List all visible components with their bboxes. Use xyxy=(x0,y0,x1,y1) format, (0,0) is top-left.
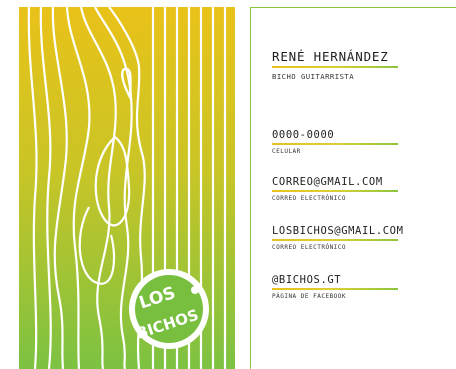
guitar-artwork: LOS BICHOS xyxy=(19,7,235,369)
card-front: LOS BICHOS xyxy=(19,7,235,369)
logo-dot xyxy=(191,286,199,294)
phone-label: CELULAR xyxy=(272,147,301,155)
band-email: LOSBICHOS@GMAIL.COM xyxy=(272,225,404,237)
facebook-underline xyxy=(272,287,398,290)
personal-email-label: CORREO ELECTRÓNICO xyxy=(272,194,347,202)
name-underline xyxy=(272,65,398,68)
facebook-block: @BICHOS.GT PÁGINA DE FACEBOOK xyxy=(272,275,452,300)
band-email-label: CORREO ELECTRÓNICO xyxy=(272,243,347,251)
band-email-block: LOSBICHOS@GMAIL.COM CORREO ELECTRÓNICO xyxy=(272,226,452,251)
phone-number: 0000-0000 xyxy=(272,129,335,141)
facebook-label: PÁGINA DE FACEBOOK xyxy=(272,292,347,300)
person-role: BICHO GUITARRISTA xyxy=(272,71,355,81)
person-name: RENÉ HERNÁNDEZ xyxy=(272,49,389,64)
los-bichos-logo: LOS BICHOS xyxy=(129,269,209,349)
phone-underline xyxy=(272,142,398,145)
band-email-underline xyxy=(272,238,398,241)
name-block: RENÉ HERNÁNDEZ BICHO GUITARRISTA xyxy=(272,49,452,81)
card-back: RENÉ HERNÁNDEZ BICHO GUITARRISTA 0000-00… xyxy=(250,7,456,369)
phone-block: 0000-0000 CELULAR xyxy=(272,130,452,155)
facebook-handle: @BICHOS.GT xyxy=(272,274,342,286)
personal-email-block: CORREO@GMAIL.COM CORREO ELECTRÓNICO xyxy=(272,177,452,202)
personal-email: CORREO@GMAIL.COM xyxy=(272,176,383,188)
personal-email-underline xyxy=(272,189,398,192)
